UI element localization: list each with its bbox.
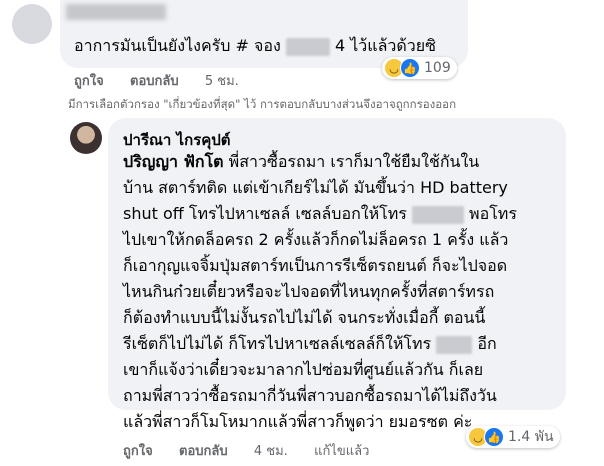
reply-text-line: ไปเขาให้กดล็อครถ 2 ครั้งแล้วก็กดไม่ล็อคร… [123, 230, 509, 249]
reaction-summary[interactable]: ◡ 👍 109 [382, 57, 457, 79]
like-button[interactable]: ถูกใจ [74, 74, 104, 89]
reply-text-part: พี่สาวซื้อรถมา เราก็มาใช้ยืมใช้กันใน [228, 152, 480, 171]
reply-author-name[interactable]: ปารีณา ไกรคุปต์ [123, 128, 231, 152]
reaction-summary[interactable]: ◡ 👍 1.4 พัน [466, 426, 560, 448]
comment-actions: ถูกใจ ตอบกลับ 5 ชม. [74, 70, 239, 91]
reply-text-line: แล้วพี่สาวก็โมโหมากแล้วพี่สาวก็พูดว่า ยม… [123, 412, 473, 431]
edited-indicator[interactable]: แก้ไขแล้ว [314, 444, 369, 459]
reply-text-line: ปริญญา ฟักโต พี่สาวซื้อรถมา เราก็มาใช้ยื… [123, 152, 479, 172]
reply-text-line: รีเซ็ตก็ไปไม่ได้ ก็โทรไปหาเซลล์เซลล์ก็ให… [123, 334, 497, 354]
reply-actions: ถูกใจ ตอบกลับ 4 ชม. แก้ไขแล้ว [123, 440, 369, 461]
redacted-author-name [66, 4, 166, 20]
like-button[interactable]: ถูกใจ [123, 444, 153, 459]
reply-text-part: พอโทร [469, 204, 517, 223]
comment-text-part: อาการมันเป็นยังไงครับ # จอง [74, 36, 281, 55]
reply-text-line: ไหนกินก๋วยเตี๋ยวหรือจะไปจอดที่ไหนทุกครั้… [123, 282, 495, 301]
reply-button[interactable]: ตอบกลับ [179, 444, 228, 459]
reply-text-line: ถามพี่สาวว่าซื้อรถมากี่วันพี่สาวบอกซื้อร… [123, 386, 497, 405]
reaction-count: 109 [424, 60, 451, 76]
reply-text-line: บ้าน สตาร์ทติด แต่เข้าเกียร์ไม่ได้ มันขึ… [123, 178, 508, 197]
redacted-text [285, 37, 330, 56]
filter-notice: มีการเลือกตัวกรอง "เกี่ยวข้องที่สุด" ไว้… [68, 97, 457, 111]
redacted-text [436, 335, 473, 354]
like-reaction-icon: 👍 [484, 427, 504, 447]
reply-text-line: เขาก็แจ้งว่าเดี๋ยวจะมาลากไปซ่อมที่ศูนย์แ… [123, 360, 484, 379]
reply-button[interactable]: ตอบกลับ [130, 74, 179, 89]
redacted-text [411, 205, 464, 224]
reply-text-part: อีก [477, 334, 497, 353]
comment-text: อาการมันเป็นยังไงครับ # จอง 4 ไว้แล้วด้ว… [74, 36, 436, 56]
like-reaction-icon: 👍 [400, 58, 420, 78]
avatar[interactable] [12, 4, 52, 44]
reply-text-line: ก็เอากุญแจจิ้มปุ่มสตาร์ทเป็นการรีเซ็ตรถย… [123, 256, 508, 275]
reaction-count: 1.4 พัน [508, 429, 554, 445]
avatar[interactable] [70, 122, 102, 154]
comment-text-part: 4 ไว้แล้วด้วยซิ [334, 36, 436, 55]
reply-text-part: shut off โทรไปหาเซลล์ เซลล์บอกให้โทร [123, 204, 407, 223]
comment-timestamp[interactable]: 5 ชม. [205, 74, 239, 89]
reply-text-line: ก็ต้องทำแบบนี้ไม่งั้นรถไปไม่ได้ จนกระทั่… [123, 308, 486, 327]
tagged-user[interactable]: ปริญญา ฟักโต [123, 152, 224, 171]
reply-timestamp[interactable]: 4 ชม. [254, 444, 288, 459]
reply-text-part: รีเซ็ตก็ไปไม่ได้ ก็โทรไปหาเซลล์เซลล์ก็ให… [123, 334, 432, 353]
reply-text-line: shut off โทรไปหาเซลล์ เซลล์บอกให้โทร พอโ… [123, 204, 517, 224]
